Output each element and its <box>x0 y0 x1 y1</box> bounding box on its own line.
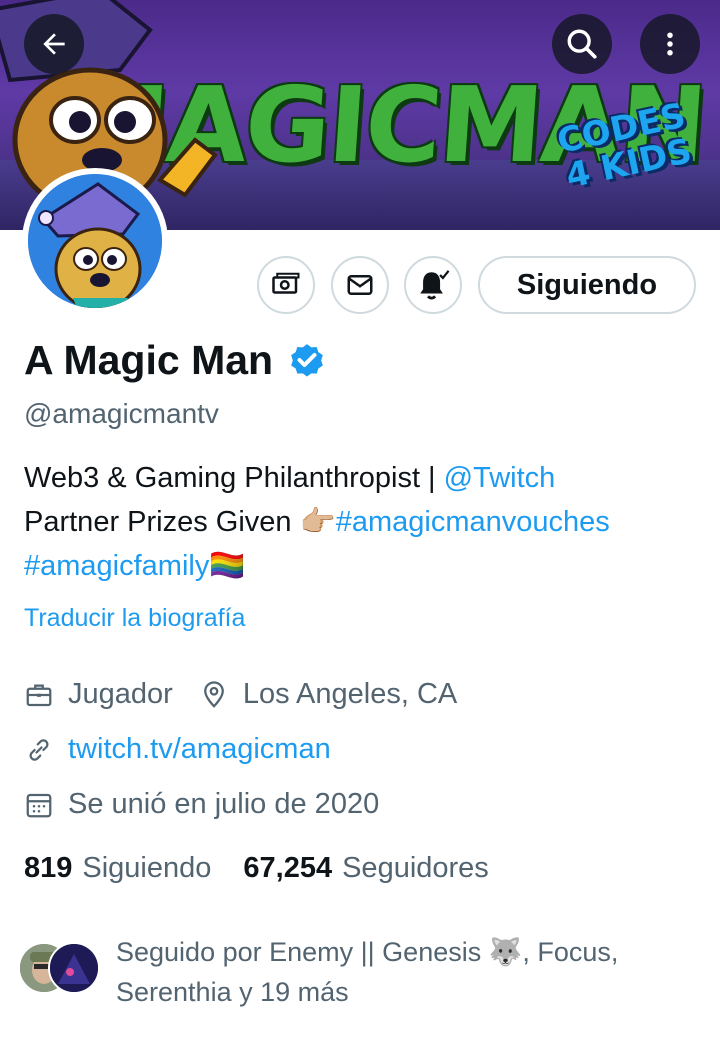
bell-check-icon <box>420 270 450 300</box>
bio-mention-link[interactable]: @Twitch <box>444 462 556 494</box>
website-row: twitch.tv/amagicman <box>24 733 331 766</box>
followed-by-text: Seguido por Enemy || Genesis 🐺, Focus, S… <box>116 937 619 1007</box>
bio-text-1: Web3 & Gaming Philanthropist | <box>24 462 444 494</box>
followers-stat[interactable]: 67,254 Seguidores <box>243 852 488 885</box>
following-count: 819 <box>24 852 73 884</box>
bio-text-2: Partner Prizes Given <box>24 506 300 538</box>
name-row: A Magic Man <box>24 334 327 386</box>
briefcase-icon <box>26 684 52 706</box>
back-button[interactable] <box>24 14 84 74</box>
follower-avatar-image <box>50 944 98 992</box>
bio-hashtag-vouches[interactable]: #amagicmanvouches <box>336 506 610 538</box>
more-vertical-icon <box>667 32 673 56</box>
category-label: Jugador <box>68 678 173 710</box>
follower-avatar <box>48 942 100 994</box>
money-icon <box>272 272 300 294</box>
location-pin-icon <box>203 680 224 708</box>
rainbow-flag-emoji: 🏳️‍🌈 <box>209 550 246 582</box>
profile-meta-row: Jugador Los Angeles, CA <box>24 678 457 711</box>
arrow-left-icon <box>43 33 65 55</box>
more-options-button[interactable] <box>640 14 700 74</box>
tip-button[interactable] <box>257 256 315 314</box>
following-label: Siguiendo <box>82 852 212 884</box>
verified-badge-icon[interactable] <box>287 340 327 380</box>
joined-row: Se unió en julio de 2020 <box>24 788 379 821</box>
link-icon <box>29 738 49 761</box>
followed-by-section[interactable]: Seguido por Enemy || Genesis 🐺, Focus, S… <box>18 932 676 1012</box>
location-label: Los Angeles, CA <box>242 678 458 710</box>
pointing-emoji: 👉🏼 <box>299 506 336 538</box>
message-button[interactable] <box>331 256 389 314</box>
bio-hashtag-family[interactable]: #amagicfamily <box>24 550 209 582</box>
search-button[interactable] <box>552 14 612 74</box>
location-item: Los Angeles, CA <box>199 678 457 711</box>
notifications-button[interactable] <box>404 256 462 314</box>
joined-date: Se unió en julio de 2020 <box>68 788 380 820</box>
avatar-image <box>28 174 162 308</box>
following-button[interactable]: Siguiendo <box>478 256 696 314</box>
followers-label: Seguidores <box>342 852 489 884</box>
follow-stats: 819 Siguiendo 67,254 Seguidores <box>24 852 489 885</box>
website-link[interactable]: twitch.tv/amagicman <box>68 733 331 766</box>
username-handle: @amagicmantv <box>24 398 219 429</box>
translate-bio-link[interactable]: Traducir la biografía <box>24 604 245 633</box>
followed-by-avatars <box>18 942 108 998</box>
display-name: A Magic Man <box>24 337 274 383</box>
mail-icon <box>347 275 373 295</box>
followers-count: 67,254 <box>243 852 333 884</box>
avatar-mascot-illustration <box>28 174 162 308</box>
search-icon <box>567 29 597 59</box>
category-item: Jugador <box>24 678 173 711</box>
following-stat[interactable]: 819 Siguiendo <box>24 852 211 885</box>
calendar-icon <box>26 793 52 817</box>
profile-bio: Web3 & Gaming Philanthropist | @Twitch P… <box>24 456 714 588</box>
profile-avatar[interactable] <box>22 168 168 314</box>
